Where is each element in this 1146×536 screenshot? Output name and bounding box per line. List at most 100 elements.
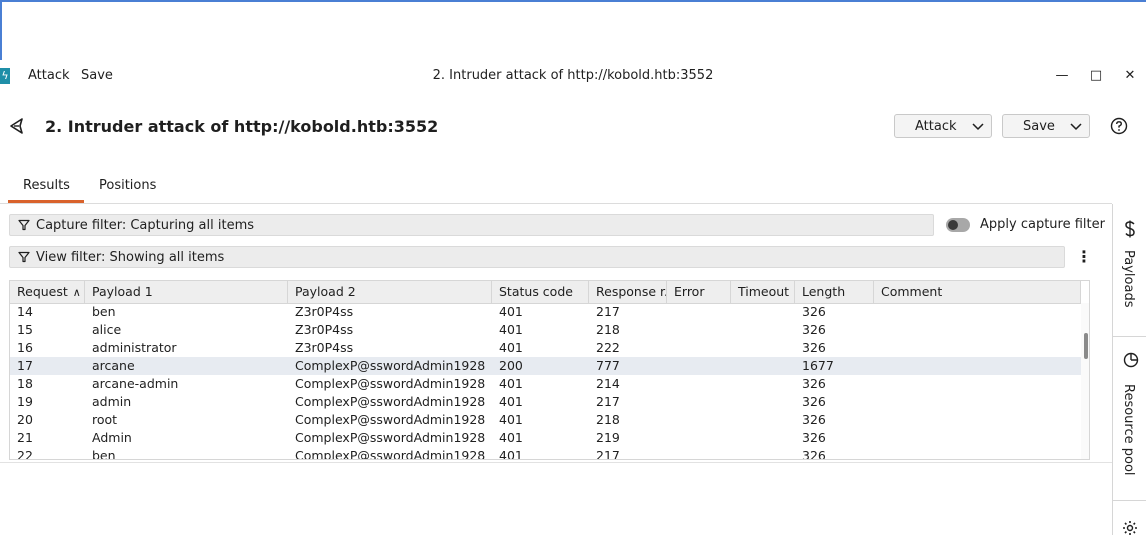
header-col-length[interactable]: Length <box>795 281 874 303</box>
cell-payload-1: ben <box>92 448 116 460</box>
side-tab-resource-pool[interactable]: Resource pool <box>1113 344 1146 494</box>
cell-timeout <box>731 411 795 429</box>
cell-payload-1: administrator <box>92 340 177 355</box>
cell-timeout <box>731 303 795 321</box>
cell-error <box>667 393 731 411</box>
table-row[interactable]: 14 ben Z3r0P4ss 401 217 326 <box>10 303 1081 321</box>
minimize-icon[interactable]: — <box>1052 66 1072 86</box>
table-row[interactable]: 18 arcane-admin ComplexP@sswordAdmin1928 40… <box>10 375 1081 393</box>
cell-length: 326 <box>802 322 826 337</box>
results-bottom-divider <box>0 462 1112 463</box>
cell-response-received: 218 <box>596 412 620 427</box>
side-tab-payloads[interactable]: Payloads <box>1113 212 1146 332</box>
cell-payload-2: ComplexP@sswordAdmin1928 <box>295 376 486 391</box>
table-scrollbar[interactable] <box>1081 303 1089 459</box>
cell-timeout <box>731 375 795 393</box>
back-arrow-icon[interactable] <box>8 116 28 136</box>
cell-comment <box>874 393 1081 411</box>
chevron-down-icon <box>1070 123 1082 131</box>
cell-payload-2: Z3r0P4ss <box>295 322 354 337</box>
table-row[interactable]: 21 Admin ComplexP@sswordAdmin1928 401 219 326 <box>10 429 1081 447</box>
column-header-label: Response r... <box>596 284 666 299</box>
pie-chart-icon <box>1123 352 1139 368</box>
cell-timeout <box>731 429 795 447</box>
cell-comment <box>874 375 1081 393</box>
cell-length: 1677 <box>802 358 834 373</box>
save-dropdown-button[interactable]: Save <box>1002 114 1090 138</box>
table-row[interactable]: 19 admin ComplexP@sswordAdmin1928 401 217 326 <box>10 393 1081 411</box>
dollar-icon <box>1125 220 1135 238</box>
cell-payload-1: Admin <box>92 430 132 445</box>
cell-payload-2: ComplexP@sswordAdmin1928 <box>295 430 486 445</box>
menu-attack[interactable]: Attack <box>28 68 70 83</box>
gear-icon[interactable] <box>1122 520 1138 536</box>
cell-comment <box>874 357 1081 375</box>
table-row[interactable]: 15 alice Z3r0P4ss 401 218 326 <box>10 321 1081 339</box>
window-left-accent <box>0 0 2 60</box>
header-col-error[interactable]: Error <box>667 281 731 303</box>
cell-payload-2: ComplexP@sswordAdmin1928 <box>295 448 486 460</box>
cell-status-code: 401 <box>499 322 523 337</box>
filter-icon <box>18 219 30 231</box>
table-row[interactable]: 17 arcane ComplexP@sswordAdmin1928 200 777 16… <box>10 357 1081 375</box>
help-icon[interactable] <box>1110 117 1128 135</box>
cell-timeout <box>731 393 795 411</box>
cell-payload-2: Z3r0P4ss <box>295 340 354 355</box>
cell-response-received: 777 <box>596 358 620 373</box>
side-panel-divider <box>1113 336 1146 337</box>
cell-length: 326 <box>802 394 826 409</box>
tab-results[interactable]: Results <box>23 178 70 193</box>
cell-status-code: 401 <box>499 340 523 355</box>
column-header-label: Comment <box>881 284 943 299</box>
cell-request: 15 <box>17 322 33 337</box>
cell-comment <box>874 303 1081 321</box>
header-col-timeout[interactable]: Timeout <box>731 281 795 303</box>
maximize-icon[interactable]: □ <box>1086 66 1106 86</box>
cell-status-code: 401 <box>499 448 523 460</box>
header-col-payload-2[interactable]: Payload 2 <box>288 281 492 303</box>
column-header-label: Timeout <box>738 284 790 299</box>
cell-length: 326 <box>802 340 826 355</box>
table-row[interactable]: 22 ben ComplexP@sswordAdmin1928 401 217 326 <box>10 447 1081 460</box>
cell-error <box>667 447 731 459</box>
cell-length: 326 <box>802 430 826 445</box>
header-col-request[interactable]: Request ∧ <box>10 281 85 303</box>
side-panel-divider <box>1113 500 1146 501</box>
cell-error <box>667 339 731 357</box>
view-filter-bar[interactable]: View filter: Showing all items <box>9 246 1065 268</box>
cell-payload-2: ComplexP@sswordAdmin1928 <box>295 394 486 409</box>
page-title: 2. Intruder attack of http://kobold.htb:… <box>45 117 439 136</box>
cell-payload-1: admin <box>92 394 132 409</box>
attack-dropdown-button[interactable]: Attack <box>894 114 992 138</box>
column-header-label: Status code <box>499 284 573 299</box>
header-col-response-received[interactable]: Response r... <box>589 281 667 303</box>
cell-payload-1: arcane-admin <box>92 376 179 391</box>
cell-response-received: 218 <box>596 322 620 337</box>
window-top-accent <box>0 0 1146 2</box>
table-row[interactable]: 16 administrator Z3r0P4ss 401 222 326 <box>10 339 1081 357</box>
cell-length: 326 <box>802 448 826 460</box>
cell-error <box>667 429 731 447</box>
results-table: Request ∧ Payload 1 Payload 2 Status code Res… <box>9 280 1090 460</box>
table-row[interactable]: 20 root ComplexP@sswordAdmin1928 401 218 326 <box>10 411 1081 429</box>
header-col-comment[interactable]: Comment <box>874 281 1081 303</box>
apply-capture-filter-toggle[interactable] <box>946 218 970 232</box>
cell-status-code: 401 <box>499 376 523 391</box>
cell-response-received: 217 <box>596 394 620 409</box>
more-options-icon[interactable]: ⋮ <box>1076 248 1092 266</box>
scrollbar-thumb[interactable] <box>1084 333 1088 359</box>
cell-comment <box>874 411 1081 429</box>
header-col-payload-1[interactable]: Payload 1 <box>85 281 288 303</box>
header-col-status-code[interactable]: Status code <box>492 281 589 303</box>
capture-filter-bar[interactable]: Capture filter: Capturing all items <box>9 214 934 236</box>
cell-error <box>667 411 731 429</box>
cell-request: 14 <box>17 304 33 319</box>
cell-comment <box>874 321 1081 339</box>
column-header-label: Payload 1 <box>92 284 153 299</box>
close-icon[interactable]: ✕ <box>1120 66 1140 86</box>
toggle-knob <box>948 220 958 230</box>
menu-save[interactable]: Save <box>81 68 113 83</box>
column-header-label: Length <box>802 284 846 299</box>
tab-positions[interactable]: Positions <box>99 178 156 193</box>
cell-payload-2: ComplexP@sswordAdmin1928 <box>295 412 486 427</box>
